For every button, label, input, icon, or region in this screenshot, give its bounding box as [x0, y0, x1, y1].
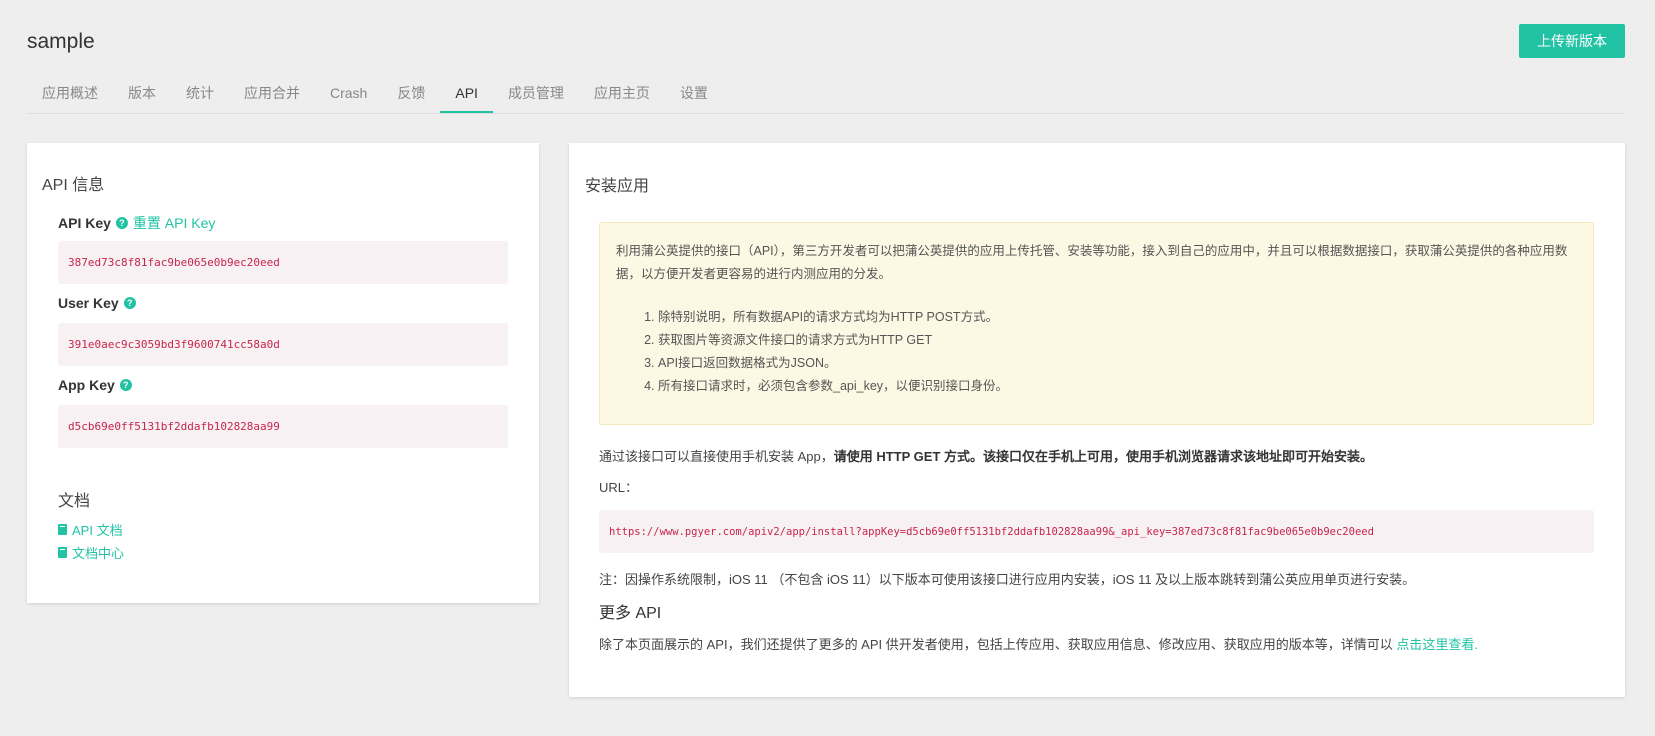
doc-center-link[interactable]: 文档中心 [58, 543, 124, 562]
tab-overview[interactable]: 应用概述 [27, 82, 113, 113]
app-key-label-row: App Key ? [58, 377, 132, 393]
notice-item: 获取图片等资源文件接口的请求方式为HTTP GET [658, 329, 1577, 352]
install-description-text: 通过该接口可以直接使用手机安装 App， [599, 449, 834, 464]
app-key-label: App Key [58, 377, 115, 393]
tab-statistics[interactable]: 统计 [171, 82, 229, 113]
api-info-panel: API 信息 API Key ? 重置 API Key 387ed73c8f81… [27, 143, 539, 603]
api-key-value: 387ed73c8f81fac9be065e0b9ec20eed [58, 241, 508, 284]
upload-new-version-button[interactable]: 上传新版本 [1519, 24, 1625, 58]
tab-settings[interactable]: 设置 [665, 82, 723, 113]
notice-list: 除特别说明，所有数据API的请求方式均为HTTP POST方式。 获取图片等资源… [616, 306, 1577, 398]
help-icon[interactable]: ? [115, 217, 128, 229]
tab-app-merge[interactable]: 应用合并 [229, 82, 315, 113]
more-api-text: 除了本页面展示的 API，我们还提供了更多的 API 供开发者使用，包括上传应用… [599, 637, 1397, 652]
api-info-title: API 信息 [42, 177, 105, 194]
api-key-label: API Key [58, 215, 111, 231]
book-icon [58, 524, 67, 535]
help-icon[interactable]: ? [123, 297, 136, 309]
tab-versions[interactable]: 版本 [113, 82, 171, 113]
tab-bar: 应用概述 版本 统计 应用合并 Crash 反馈 API 成员管理 应用主页 设… [27, 82, 1625, 114]
tab-app-homepage[interactable]: 应用主页 [579, 82, 665, 113]
tab-feedback[interactable]: 反馈 [382, 82, 440, 113]
more-api-title: 更多 API [599, 605, 662, 622]
doc-center-link-label[interactable]: 文档中心 [72, 543, 124, 562]
notice-item: 所有接口请求时，必须包含参数_api_key，以便识别接口身份。 [658, 375, 1577, 398]
user-key-value: 391e0aec9c3059bd3f9600741cc58a0d [58, 323, 508, 366]
api-notice-box: 利用蒲公英提供的接口（API），第三方开发者可以把蒲公英提供的应用上传托管、安装… [599, 222, 1594, 425]
tab-api[interactable]: API [440, 82, 493, 113]
notice-item: API接口返回数据格式为JSON。 [658, 352, 1577, 375]
more-api-link[interactable]: 点击这里查看. [1396, 637, 1478, 652]
docs-title: 文档 [58, 493, 91, 510]
api-key-label-row: API Key ? 重置 API Key [58, 213, 215, 233]
reset-api-key-link[interactable]: 重置 API Key [133, 213, 215, 233]
install-app-title: 安装应用 [585, 178, 650, 195]
user-key-label: User Key [58, 295, 119, 311]
notice-intro: 利用蒲公英提供的接口（API），第三方开发者可以把蒲公英提供的应用上传托管、安装… [616, 244, 1568, 281]
more-api-description: 除了本页面展示的 API，我们还提供了更多的 API 供开发者使用，包括上传应用… [599, 634, 1478, 653]
tab-crash[interactable]: Crash [315, 82, 382, 113]
install-url: https://www.pgyer.com/apiv2/app/install?… [599, 510, 1594, 553]
app-key-value: d5cb69e0ff5131bf2ddafb102828aa99 [58, 405, 508, 448]
install-description: 通过该接口可以直接使用手机安装 App，请使用 HTTP GET 方式。该接口仅… [599, 446, 1373, 465]
install-description-bold: 请使用 HTTP GET 方式。该接口仅在手机上可用，使用手机浏览器请求该地址即… [833, 449, 1374, 464]
api-docs-link-label[interactable]: API 文档 [72, 520, 123, 539]
install-app-panel: 安装应用 利用蒲公英提供的接口（API），第三方开发者可以把蒲公英提供的应用上传… [569, 143, 1625, 697]
tab-members[interactable]: 成员管理 [493, 82, 579, 113]
ios-note: 注：因操作系统限制，iOS 11 （不包含 iOS 11）以下版本可使用该接口进… [599, 572, 1416, 587]
book-icon [58, 547, 67, 558]
url-label: URL： [599, 480, 639, 495]
api-docs-link[interactable]: API 文档 [58, 520, 123, 539]
help-icon[interactable]: ? [119, 379, 132, 391]
notice-item: 除特别说明，所有数据API的请求方式均为HTTP POST方式。 [658, 306, 1577, 329]
user-key-label-row: User Key ? [58, 295, 136, 311]
app-title: sample [27, 30, 95, 53]
